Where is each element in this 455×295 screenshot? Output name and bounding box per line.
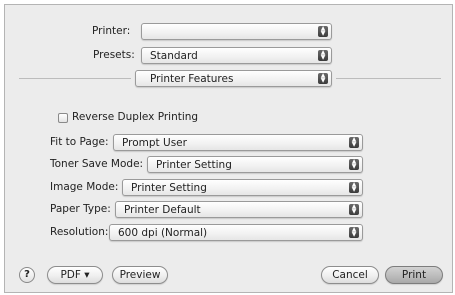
pdf-menu-button[interactable]: PDF ▾	[47, 266, 103, 284]
reverse-duplex-label: Reverse Duplex Printing	[72, 111, 199, 123]
paper-type-value: Printer Default	[124, 204, 201, 216]
resolution-label: Resolution:	[50, 226, 109, 238]
popup-arrows-icon: ▲ ▼	[349, 159, 359, 170]
print-dialog: Printer: ▲ ▼ Presets: Standard ▲ ▼ Printer…	[4, 4, 453, 293]
resolution-popup[interactable]: 600 dpi (Normal) ▲ ▼	[109, 224, 363, 241]
popup-arrows-icon: ▲ ▼	[349, 182, 359, 193]
printer-popup[interactable]: ▲ ▼	[141, 23, 332, 40]
toner-save-label: Toner Save Mode:	[50, 158, 144, 170]
paper-type-popup[interactable]: Printer Default ▲ ▼	[115, 201, 363, 218]
popup-arrows-icon: ▲ ▼	[318, 50, 328, 61]
resolution-value: 600 dpi (Normal)	[118, 227, 208, 239]
pane-selector-value: Printer Features	[150, 73, 234, 85]
image-mode-label: Image Mode:	[50, 181, 119, 193]
image-mode-popup[interactable]: Printer Setting ▲ ▼	[122, 179, 363, 196]
preview-button[interactable]: Preview	[112, 266, 168, 284]
presets-label: Presets:	[93, 49, 135, 61]
popup-arrows-icon: ▲ ▼	[318, 73, 328, 84]
toner-save-value: Printer Setting	[156, 159, 232, 171]
popup-arrows-icon: ▲ ▼	[349, 227, 359, 238]
presets-value: Standard	[150, 50, 198, 62]
popup-arrows-icon: ▲ ▼	[318, 26, 328, 37]
presets-popup[interactable]: Standard ▲ ▼	[141, 47, 332, 64]
pane-selector-popup[interactable]: Printer Features ▲ ▼	[135, 70, 332, 87]
fit-to-page-value: Prompt User	[122, 137, 187, 149]
help-button[interactable]: ?	[19, 267, 35, 283]
separator-right	[336, 78, 441, 79]
separator-left	[19, 78, 131, 79]
printer-label: Printer:	[92, 25, 131, 37]
fit-to-page-popup[interactable]: Prompt User ▲ ▼	[113, 134, 363, 151]
toner-save-popup[interactable]: Printer Setting ▲ ▼	[147, 156, 363, 173]
cancel-button[interactable]: Cancel	[321, 266, 379, 284]
reverse-duplex-checkbox[interactable]	[58, 113, 68, 123]
fit-to-page-label: Fit to Page:	[50, 136, 109, 148]
print-button[interactable]: Print	[385, 266, 443, 284]
popup-arrows-icon: ▲ ▼	[349, 204, 359, 215]
image-mode-value: Printer Setting	[131, 182, 207, 194]
popup-arrows-icon: ▲ ▼	[349, 137, 359, 148]
paper-type-label: Paper Type:	[50, 203, 111, 215]
